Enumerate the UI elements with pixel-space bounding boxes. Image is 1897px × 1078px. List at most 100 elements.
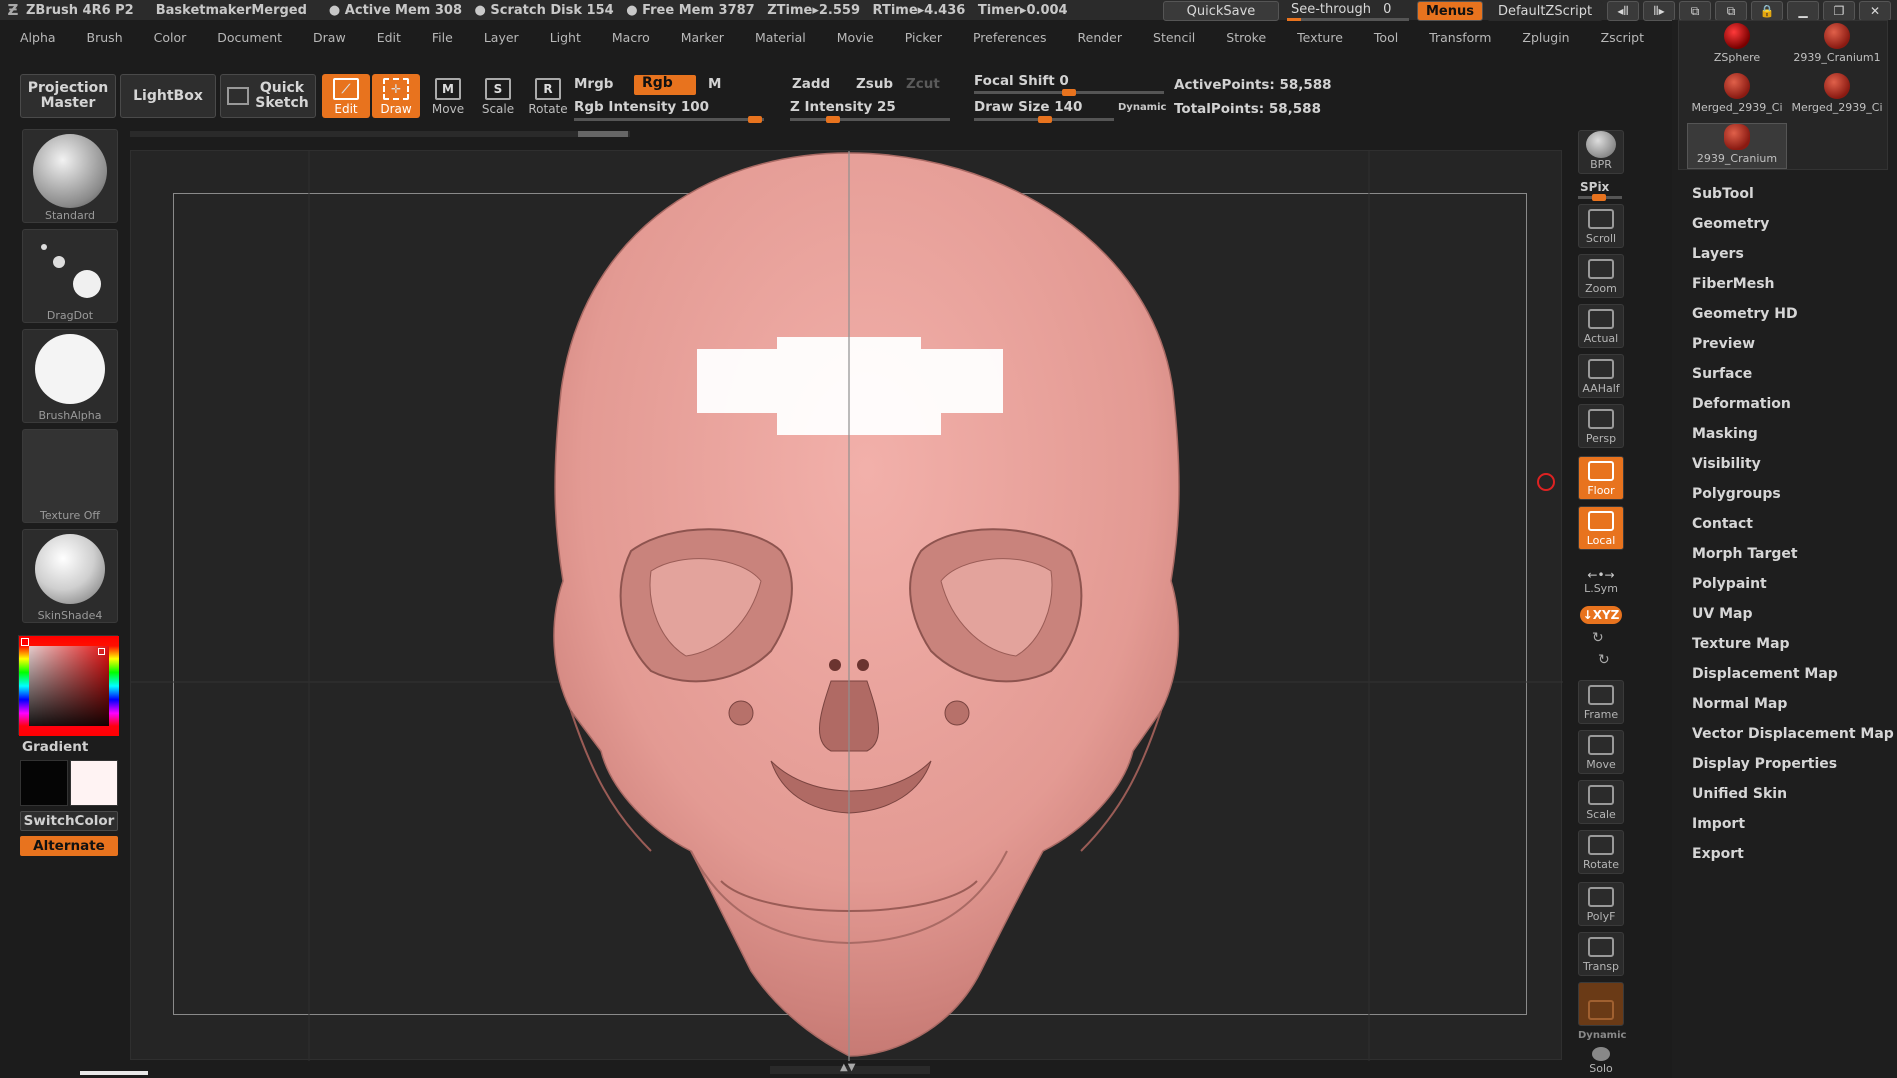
skull-model[interactable] [131, 151, 1563, 1061]
menu-movie[interactable]: Movie [817, 30, 885, 45]
menu-stencil[interactable]: Stencil [1133, 30, 1206, 45]
palette-export[interactable]: Export [1692, 846, 1744, 862]
menu-zplugin[interactable]: Zplugin [1502, 30, 1580, 45]
zoom-button[interactable]: Zoom [1578, 254, 1624, 298]
palette-preview[interactable]: Preview [1692, 336, 1755, 352]
polyf-button[interactable]: PolyF [1578, 882, 1624, 926]
layout-2-icon[interactable]: ⧉ [1715, 1, 1747, 21]
transp-button[interactable]: Transp [1578, 932, 1624, 976]
lightbox-button[interactable]: LightBox [120, 74, 216, 118]
draw-size-slider[interactable] [974, 116, 1114, 123]
menu-light[interactable]: Light [530, 30, 592, 45]
menu-marker[interactable]: Marker [661, 30, 735, 45]
restore-icon[interactable]: ❐ [1823, 1, 1855, 21]
subtool-thumb-merged-2[interactable]: Merged_2939_Ci [1787, 73, 1887, 119]
canvas-scroll-track[interactable] [130, 131, 630, 137]
zadd-button[interactable]: Zadd [792, 76, 830, 92]
palette-displacement-map[interactable]: Displacement Map [1692, 666, 1838, 682]
rgb-intensity-slider[interactable] [574, 116, 764, 123]
subtool-thumb-cranium1[interactable]: 2939_Cranium1 [1787, 23, 1887, 69]
stroke-thumbnail[interactable]: DragDot [22, 229, 118, 323]
frame-button[interactable]: Frame [1578, 680, 1624, 724]
projection-master-button[interactable]: Projection Master [20, 74, 116, 118]
menus-button[interactable]: Menus [1416, 1, 1483, 21]
m-button[interactable]: M [708, 76, 721, 92]
rotate-z-icon[interactable]: ↻ [1598, 652, 1610, 668]
move-button[interactable]: M Move [424, 74, 472, 118]
menu-render[interactable]: Render [1058, 30, 1134, 45]
texture-thumbnail[interactable]: Texture Off [22, 429, 118, 523]
palette-uv-map[interactable]: UV Map [1692, 606, 1752, 622]
menu-layer[interactable]: Layer [464, 30, 530, 45]
aahalf-button[interactable]: AAHalf [1578, 354, 1624, 398]
focal-shift-slider[interactable] [974, 89, 1164, 96]
color-picker[interactable] [18, 635, 119, 736]
minimize-icon[interactable]: ▁ [1787, 1, 1819, 21]
floor-button[interactable]: Floor [1578, 456, 1624, 500]
subtool-thumb-cranium[interactable]: 2939_Cranium [1687, 123, 1787, 169]
prev-icon[interactable]: ◂⦀ [1607, 1, 1639, 21]
menu-alpha[interactable]: Alpha [0, 30, 67, 45]
close-icon[interactable]: ✕ [1859, 1, 1891, 21]
menu-color[interactable]: Color [134, 30, 198, 45]
zsub-button[interactable]: Zsub [856, 76, 893, 92]
menu-brush[interactable]: Brush [67, 30, 134, 45]
palette-polygroups[interactable]: Polygroups [1692, 486, 1781, 502]
draw-button[interactable]: ✛ Draw [372, 74, 420, 118]
switchcolor-button[interactable]: SwitchColor [20, 811, 118, 831]
spix-label[interactable]: SPix [1580, 180, 1609, 194]
palette-unified-skin[interactable]: Unified Skin [1692, 786, 1787, 802]
xyz-button[interactable]: ↓XYZ [1580, 606, 1622, 624]
menu-stroke[interactable]: Stroke [1206, 30, 1277, 45]
palette-masking[interactable]: Masking [1692, 426, 1758, 442]
palette-geometry[interactable]: Geometry [1692, 216, 1769, 232]
palette-normal-map[interactable]: Normal Map [1692, 696, 1787, 712]
default-zscript-button[interactable]: DefaultZScript [1487, 1, 1603, 21]
palette-deformation[interactable]: Deformation [1692, 396, 1791, 412]
menu-draw[interactable]: Draw [293, 30, 357, 45]
quick-sketch-button[interactable]: Quick Sketch [220, 74, 316, 118]
palette-surface[interactable]: Surface [1692, 366, 1752, 382]
lock-icon[interactable]: 🔒 [1751, 1, 1783, 21]
menu-zscript[interactable]: Zscript [1581, 30, 1655, 45]
palette-layers[interactable]: Layers [1692, 246, 1744, 262]
menu-texture[interactable]: Texture [1277, 30, 1354, 45]
quicksave-button[interactable]: QuickSave [1162, 1, 1279, 21]
subtool-thumb-zsphere[interactable]: ZSphere [1687, 23, 1787, 69]
rotate-button[interactable]: R Rotate [524, 74, 572, 118]
palette-polypaint[interactable]: Polypaint [1692, 576, 1767, 592]
palette-contact[interactable]: Contact [1692, 516, 1753, 532]
menu-edit[interactable]: Edit [357, 30, 412, 45]
canvas-scroll-thumb[interactable] [578, 131, 628, 137]
palette-morph-target[interactable]: Morph Target [1692, 546, 1798, 562]
palette-display-properties[interactable]: Display Properties [1692, 756, 1837, 772]
mrgb-button[interactable]: Mrgb [574, 76, 613, 92]
alternate-button[interactable]: Alternate [20, 836, 118, 856]
menu-macro[interactable]: Macro [592, 30, 661, 45]
rotate-y-icon[interactable]: ↻ [1592, 630, 1604, 646]
bpr-button[interactable]: BPR [1578, 130, 1624, 174]
next-icon[interactable]: ⦀▸ [1643, 1, 1675, 21]
brush-thumbnail[interactable]: Standard [22, 129, 118, 223]
menu-transform[interactable]: Transform [1409, 30, 1502, 45]
material-thumbnail[interactable]: SkinShade4 [22, 529, 118, 623]
scale-view-button[interactable]: Scale [1578, 780, 1624, 824]
scroll-button[interactable]: Scroll [1578, 204, 1624, 248]
menu-material[interactable]: Material [735, 30, 817, 45]
palette-subtool[interactable]: SubTool [1692, 186, 1754, 202]
palette-vector-displacement-map[interactable]: Vector Displacement Map [1692, 726, 1894, 742]
zcut-button[interactable]: Zcut [906, 76, 940, 92]
actual-button[interactable]: Actual [1578, 304, 1624, 348]
palette-import[interactable]: Import [1692, 816, 1745, 832]
bottom-tray-handle[interactable]: ▲▼ [770, 1062, 930, 1074]
spix-slider[interactable] [1578, 194, 1622, 201]
scale-button[interactable]: S Scale [474, 74, 522, 118]
lsym-button[interactable]: ←•→ L.Sym [1578, 558, 1624, 598]
menu-tool[interactable]: Tool [1354, 30, 1409, 45]
layout-1-icon[interactable]: ⧉ [1679, 1, 1711, 21]
secondary-color-swatch[interactable] [20, 760, 68, 806]
rotate-view-button[interactable]: Rotate [1578, 830, 1624, 874]
alpha-thumbnail[interactable]: BrushAlpha [22, 329, 118, 423]
dynamic-toggle[interactable]: Dynamic [1118, 102, 1166, 113]
z-intensity-slider[interactable] [790, 116, 950, 123]
